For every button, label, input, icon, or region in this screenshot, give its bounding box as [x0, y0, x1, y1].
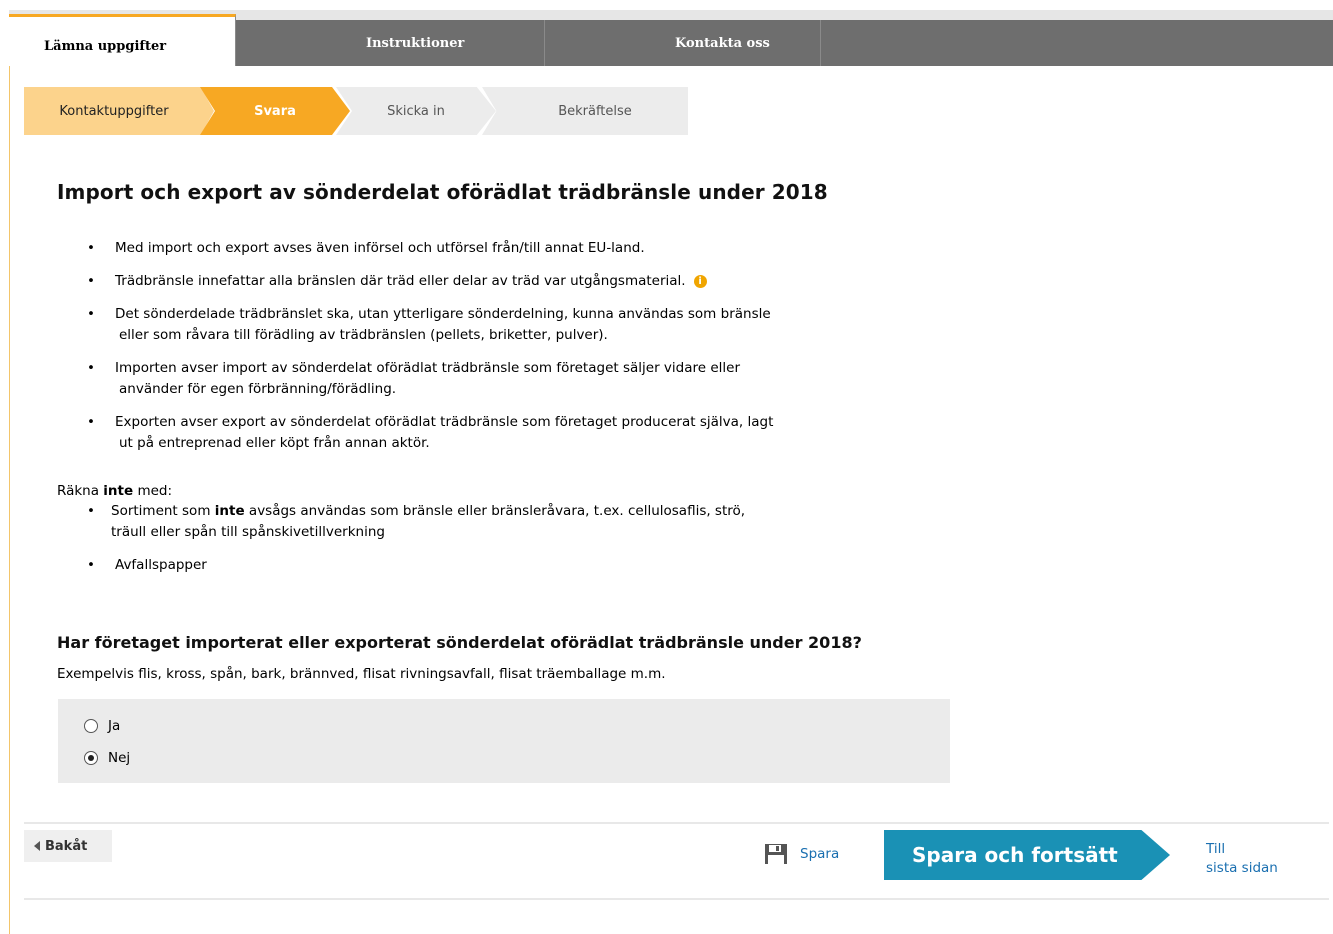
radio-label: Nej: [108, 750, 131, 766]
tab-instruktioner[interactable]: Instruktioner: [236, 20, 545, 66]
go-to-last-page-link[interactable]: Till sista sidan: [1206, 840, 1278, 878]
step-svara[interactable]: Svara: [200, 87, 350, 135]
list-item-text: Med import och export avses även införse…: [115, 240, 645, 256]
step-skicka-in[interactable]: Skicka in: [336, 87, 496, 135]
radio-label: Ja: [108, 718, 121, 734]
save-button[interactable]: Spara: [765, 844, 839, 864]
list-item: Trädbränsle innefattar alla bränslen där…: [87, 271, 947, 292]
page-content: Kontaktuppgifter Svara Skicka in Bekräft…: [9, 66, 1333, 934]
list-item-text: Avfallspapper: [115, 557, 207, 573]
exclude-prefix: Räkna: [57, 483, 104, 499]
answer-options: Ja Nej: [58, 699, 950, 783]
step-bekraftelse[interactable]: Bekräftelse: [482, 87, 688, 135]
exclude-heading: Räkna inte med:: [57, 481, 172, 502]
question-title: Har företaget importerat eller exportera…: [57, 633, 862, 652]
list-item-text: Sortiment som: [111, 503, 215, 519]
list-item-text: Importen avser import av sönderdelat ofö…: [115, 360, 741, 376]
list-item-text: avsågs användas som bränsle eller bränsl…: [244, 503, 746, 519]
exclude-suffix: med:: [133, 483, 173, 499]
list-item: Avfallspapper: [87, 555, 947, 576]
back-label: Bakåt: [45, 838, 88, 854]
exclude-bold: inte: [103, 483, 134, 499]
list-item: Sortiment som inte avsågs användas som b…: [87, 501, 947, 543]
list-item-text: träull eller spån till spånskivetillverk…: [111, 524, 385, 540]
radio-ja[interactable]: Ja: [84, 718, 120, 734]
radio-button[interactable]: [84, 719, 98, 733]
page-title: Import och export av sönderdelat oförädl…: [57, 180, 828, 204]
list-item: Importen avser import av sönderdelat ofö…: [87, 358, 947, 400]
info-icon[interactable]: i: [693, 275, 707, 288]
tab-kontakta-oss[interactable]: Kontakta oss: [545, 20, 821, 66]
list-item-bold: inte: [214, 503, 245, 519]
progress-steps: Kontaktuppgifter Svara Skicka in Bekräft…: [24, 87, 688, 135]
question-example: Exempelvis flis, kross, spån, bark, brän…: [57, 666, 666, 682]
list-item: Det sönderdelade trädbränslet ska, utan …: [87, 304, 947, 346]
radio-button-checked[interactable]: [84, 751, 98, 765]
back-button[interactable]: Bakåt: [24, 830, 112, 862]
floppy-disk-icon: [765, 844, 787, 864]
last-page-line1: Till: [1206, 841, 1226, 857]
exclude-list: Sortiment som inte avsågs användas som b…: [87, 501, 947, 588]
radio-nej[interactable]: Nej: [84, 750, 130, 766]
list-item-text: Exporten avser export av sönderdelat ofö…: [115, 414, 774, 430]
list-item-text: eller som råvara till förädling av trädb…: [119, 327, 608, 343]
info-list: Med import och export avses även införse…: [87, 238, 947, 466]
list-item: Med import och export avses även införse…: [87, 238, 947, 259]
list-item: Exporten avser export av sönderdelat ofö…: [87, 412, 947, 454]
list-item-text: Trädbränsle innefattar alla bränslen där…: [115, 273, 686, 289]
save-label: Spara: [800, 846, 840, 862]
footer-actions: Bakåt Spara Spara och fortsätt Till sist…: [24, 822, 1329, 900]
list-item-text: Det sönderdelade trädbränslet ska, utan …: [115, 306, 771, 322]
list-item-text: ut på entreprenad eller köpt från annan …: [119, 435, 430, 451]
top-bar: Lämna uppgifter Instruktioner Kontakta o…: [9, 10, 1333, 66]
save-and-continue-button[interactable]: Spara och fortsätt: [884, 830, 1170, 880]
tab-lamna-uppgifter[interactable]: Lämna uppgifter: [9, 14, 236, 66]
main-navigation: Lämna uppgifter Instruktioner Kontakta o…: [9, 14, 1333, 66]
step-kontaktuppgifter[interactable]: Kontaktuppgifter: [24, 87, 214, 135]
list-item-text: använder för egen förbränning/förädling.: [119, 381, 397, 397]
last-page-line2: sista sidan: [1206, 860, 1278, 876]
triangle-left-icon: [34, 841, 40, 851]
